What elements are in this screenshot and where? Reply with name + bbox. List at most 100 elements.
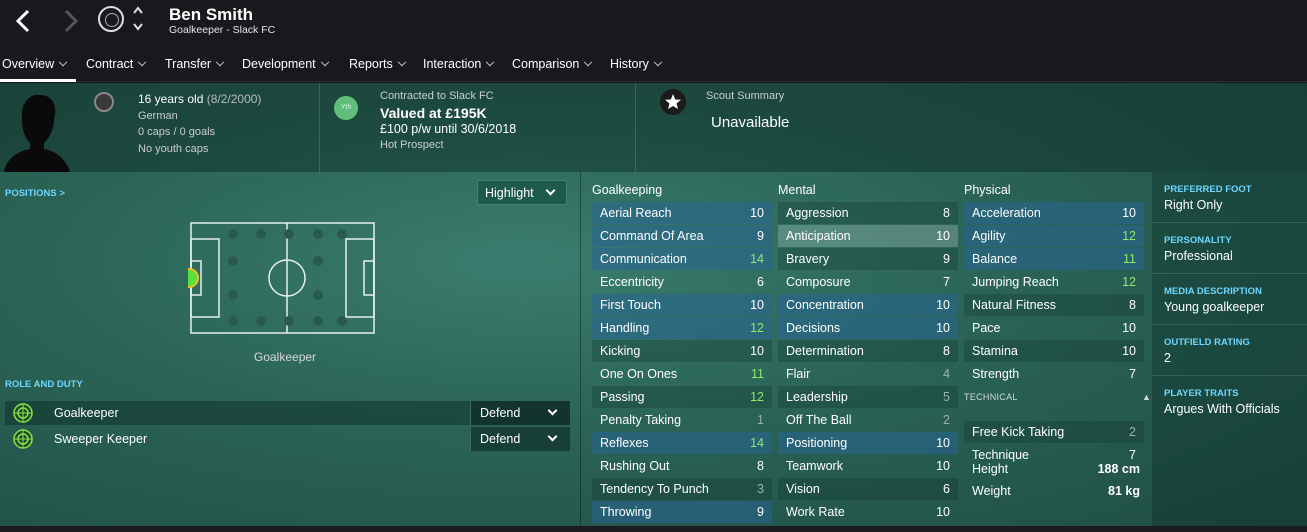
attribute-row-mental[interactable]: Bravery 9 — [778, 248, 958, 270]
tab-overview[interactable]: Overview — [2, 57, 68, 71]
attribute-row-physical[interactable]: Agility 12 — [964, 225, 1144, 247]
attribute-name: Anticipation — [786, 229, 851, 243]
attribute-name: Pace — [972, 321, 1001, 335]
chevron-down-icon — [58, 57, 68, 67]
attribute-row-goalkeeping[interactable]: Passing 12 — [592, 386, 772, 408]
divider — [1152, 222, 1307, 223]
attribute-row-goalkeeping[interactable]: Rushing Out 8 — [592, 455, 772, 477]
active-tab-indicator — [0, 79, 76, 82]
attribute-row-goalkeeping[interactable]: Communication 14 — [592, 248, 772, 270]
attribute-row-goalkeeping[interactable]: Reflexes 14 — [592, 432, 772, 454]
height-row: Height 188 cm — [972, 462, 1140, 476]
attribute-row-goalkeeping[interactable]: Handling 12 — [592, 317, 772, 339]
attribute-row-mental[interactable]: Off The Ball 2 — [778, 409, 958, 431]
attribute-row-goalkeeping[interactable]: Command Of Area 9 — [592, 225, 772, 247]
attribute-row-goalkeeping[interactable]: One On Ones 11 — [592, 363, 772, 385]
attribute-row-goalkeeping[interactable]: Tendency To Punch 3 — [592, 478, 772, 500]
club-crest-icon[interactable] — [98, 6, 124, 32]
attribute-row-mental[interactable]: Leadership 5 — [778, 386, 958, 408]
attribute-row-goalkeeping[interactable]: Penalty Taking 1 — [592, 409, 772, 431]
attribute-row-mental[interactable]: Determination 8 — [778, 340, 958, 362]
attribute-value: 9 — [943, 252, 950, 266]
attribute-row-physical[interactable]: Balance 11 — [964, 248, 1144, 270]
panel-divider — [580, 172, 581, 532]
attribute-name: Throwing — [600, 505, 652, 519]
attribute-value: 12 — [750, 321, 764, 335]
attribute-row-mental[interactable]: Decisions 10 — [778, 317, 958, 339]
forward-arrow-icon[interactable] — [56, 6, 86, 36]
highlight-dropdown[interactable]: Highlight — [477, 180, 567, 205]
role-row[interactable]: Sweeper Keeper Defend — [5, 427, 570, 451]
attribute-name: Composure — [786, 275, 851, 289]
tab-bar: Overview Contract Transfer Development R… — [0, 46, 1307, 82]
attribute-value: 5 — [943, 390, 950, 404]
chevron-down-icon — [215, 57, 225, 67]
attribute-name: Positioning — [786, 436, 848, 450]
attribute-name: Jumping Reach — [972, 275, 1059, 289]
attribute-row-mental[interactable]: Composure 7 — [778, 271, 958, 293]
attribute-row-physical[interactable]: Natural Fitness 8 — [964, 294, 1144, 316]
attribute-row-mental[interactable]: Concentration 10 — [778, 294, 958, 316]
attribute-row-physical[interactable]: Jumping Reach 12 — [964, 271, 1144, 293]
mental-header: Mental — [778, 183, 816, 197]
attribute-row-goalkeeping[interactable]: Eccentricity 6 — [592, 271, 772, 293]
duty-dropdown[interactable]: Defend — [470, 427, 570, 451]
tab-contract[interactable]: Contract — [86, 57, 147, 71]
tab-transfer[interactable]: Transfer — [165, 57, 225, 71]
positions-link[interactable]: POSITIONS > — [5, 188, 65, 199]
attribute-row-goalkeeping[interactable]: Aerial Reach 10 — [592, 202, 772, 224]
prospect-status: Hot Prospect — [380, 139, 444, 151]
attribute-name: Off The Ball — [786, 413, 852, 427]
attribute-row-mental[interactable]: Anticipation 10 — [778, 225, 958, 247]
divider — [635, 83, 636, 172]
attribute-value: 11 — [1123, 252, 1136, 266]
attribute-value: 8 — [757, 459, 764, 473]
attribute-row-mental[interactable]: Flair 4 — [778, 363, 958, 385]
chevron-down-icon — [545, 185, 556, 196]
attribute-row-physical[interactable]: Strength 7 — [964, 363, 1144, 385]
role-suitability-icon — [13, 429, 33, 449]
attribute-name: Natural Fitness — [972, 298, 1057, 312]
attribute-row-goalkeeping[interactable]: Kicking 10 — [592, 340, 772, 362]
attribute-value: 12 — [1122, 229, 1136, 243]
title-bar: Ben Smith Goalkeeper - Slack FC — [0, 0, 1307, 46]
attribute-row-mental[interactable]: Aggression 8 — [778, 202, 958, 224]
collapse-caret-icon[interactable]: ▲ — [1142, 392, 1151, 402]
attribute-row-mental[interactable]: Work Rate 10 — [778, 501, 958, 523]
attribute-row-physical[interactable]: Acceleration 10 — [964, 202, 1144, 224]
nationality[interactable]: German — [138, 110, 178, 122]
duty-dropdown[interactable]: Defend — [470, 401, 570, 425]
attribute-name: Aggression — [786, 206, 849, 220]
role-name: Sweeper Keeper — [54, 432, 148, 446]
tab-comparison[interactable]: Comparison — [512, 57, 593, 71]
player-role-club[interactable]: Goalkeeper - Slack FC — [169, 24, 275, 36]
attribute-row-physical[interactable]: Stamina 10 — [964, 340, 1144, 362]
tab-development[interactable]: Development — [242, 57, 329, 71]
attribute-row-mental[interactable]: Vision 6 — [778, 478, 958, 500]
attribute-row-mental[interactable]: Positioning 10 — [778, 432, 958, 454]
attribute-value: 10 — [750, 298, 764, 312]
attribute-row-goalkeeping[interactable]: Throwing 9 — [592, 501, 772, 523]
nation-flag-icon[interactable] — [94, 92, 114, 112]
chevron-down-icon — [320, 57, 329, 67]
attribute-value: 14 — [750, 252, 764, 266]
attribute-row-mental[interactable]: Teamwork 10 — [778, 455, 958, 477]
attribute-value: 8 — [943, 206, 950, 220]
tab-interaction[interactable]: Interaction — [423, 57, 495, 71]
position-pitch — [188, 222, 375, 334]
role-row[interactable]: Goalkeeper Defend — [5, 401, 570, 425]
back-arrow-icon[interactable] — [8, 6, 38, 36]
date-of-birth: (8/2/2000) — [206, 92, 262, 106]
attribute-row-technical[interactable]: Free Kick Taking 2 — [964, 420, 1144, 443]
attribute-value: 9 — [757, 505, 764, 519]
weight-row: Weight 81 kg — [972, 484, 1140, 498]
attribute-name: Penalty Taking — [600, 413, 682, 427]
player-value: Valued at £195K — [380, 105, 487, 121]
attribute-row-physical[interactable]: Pace 10 — [964, 317, 1144, 339]
tab-reports[interactable]: Reports — [349, 57, 407, 71]
bottom-strip — [0, 526, 1307, 532]
tab-history[interactable]: History — [610, 57, 663, 71]
up-down-arrows-icon[interactable] — [131, 4, 145, 34]
divider — [1152, 273, 1307, 274]
attribute-row-goalkeeping[interactable]: First Touch 10 — [592, 294, 772, 316]
